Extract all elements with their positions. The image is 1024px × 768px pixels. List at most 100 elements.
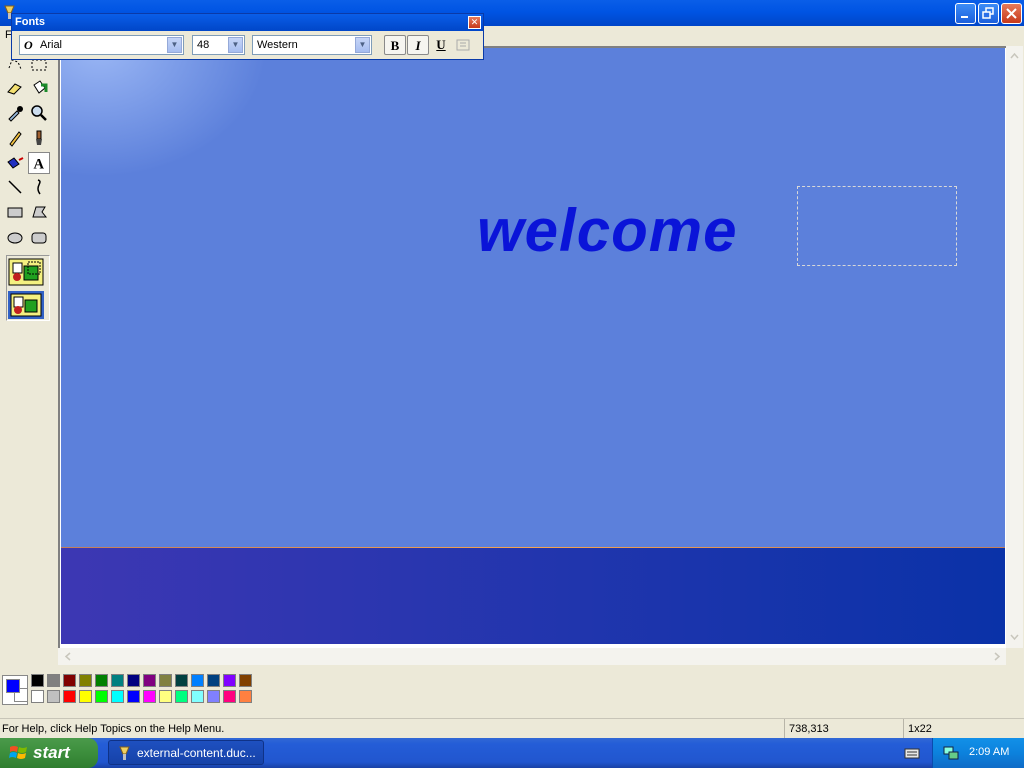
chevron-down-icon[interactable]: ▼ <box>167 37 182 53</box>
font-size-select[interactable]: 48 ▼ <box>192 35 245 55</box>
clock[interactable]: 2:09 AM <box>969 746 1009 758</box>
status-bar: For Help, click Help Topics on the Help … <box>0 718 1024 739</box>
line-icon[interactable] <box>4 176 26 198</box>
italic-button[interactable]: I <box>407 35 429 55</box>
brush-icon[interactable] <box>28 127 50 149</box>
color-swatch[interactable] <box>175 690 188 703</box>
color-swatch[interactable] <box>111 690 124 703</box>
color-swatch[interactable] <box>159 674 172 687</box>
font-script-value: Western <box>257 39 298 51</box>
taskbar-item-label: external-content.duc... <box>137 746 256 760</box>
color-swatch[interactable] <box>95 690 108 703</box>
font-name-select[interactable]: O Arial ▼ <box>19 35 184 55</box>
vertical-scrollbar[interactable] <box>1006 46 1023 648</box>
scroll-right-icon[interactable] <box>990 650 1003 663</box>
color-swatch[interactable] <box>63 674 76 687</box>
pencil-icon[interactable] <box>4 127 26 149</box>
fill-bucket-icon[interactable] <box>28 77 50 99</box>
foreground-color <box>6 679 20 693</box>
color-swatch[interactable] <box>191 690 204 703</box>
eraser-icon[interactable] <box>4 77 26 99</box>
color-swatch[interactable] <box>175 674 188 687</box>
taskbar-item-paint[interactable]: external-content.duc... <box>108 740 264 765</box>
color-swatch[interactable] <box>95 674 108 687</box>
canvas-text: welcome <box>477 197 738 264</box>
current-colors <box>2 675 28 705</box>
windows-flag-icon <box>9 746 27 759</box>
bold-button[interactable]: B <box>384 35 406 55</box>
color-swatch[interactable] <box>191 674 204 687</box>
rounded-rect-icon[interactable] <box>28 227 50 249</box>
chevron-down-icon[interactable]: ▼ <box>228 37 243 53</box>
color-swatch[interactable] <box>31 690 44 703</box>
color-swatch[interactable] <box>79 674 92 687</box>
toolbox: A <box>0 46 58 662</box>
text-input-box[interactable] <box>797 186 957 266</box>
rectangle-icon[interactable] <box>4 201 26 223</box>
minimize-button[interactable] <box>955 3 976 24</box>
color-swatch[interactable] <box>239 690 252 703</box>
color-swatch[interactable] <box>239 674 252 687</box>
color-swatch[interactable] <box>47 690 60 703</box>
close-button[interactable] <box>1001 3 1022 24</box>
color-swatch[interactable] <box>31 674 44 687</box>
color-swatch[interactable] <box>127 690 140 703</box>
color-swatch[interactable] <box>159 690 172 703</box>
transparent-background-icon[interactable] <box>8 291 44 319</box>
color-swatch[interactable] <box>79 690 92 703</box>
system-tray: 2:09 AM <box>932 738 1024 768</box>
color-swatch[interactable] <box>223 690 236 703</box>
opentype-icon: O <box>24 38 33 52</box>
magnifier-icon[interactable] <box>28 102 50 124</box>
fonts-title: Fonts <box>15 16 45 28</box>
text-icon[interactable]: A <box>28 152 50 174</box>
color-palette <box>0 665 1024 713</box>
close-icon: ✕ <box>470 17 479 27</box>
curve-icon[interactable] <box>28 176 50 198</box>
restore-icon <box>982 7 994 19</box>
status-coordinates: 738,313 <box>784 719 902 739</box>
color-swatch[interactable] <box>207 674 220 687</box>
scroll-left-icon[interactable] <box>61 650 74 663</box>
color-swatch[interactable] <box>47 674 60 687</box>
color-swatch[interactable] <box>63 690 76 703</box>
font-name-value: Arial <box>40 39 63 51</box>
color-swatch[interactable] <box>207 690 220 703</box>
start-button[interactable]: start <box>0 738 98 768</box>
close-icon <box>1006 8 1017 19</box>
eyedropper-icon[interactable] <box>4 102 26 124</box>
vertical-text-icon[interactable] <box>455 38 471 52</box>
taskbar: start external-content.duc... 2:09 AM <box>0 738 1024 768</box>
keyboard-icon[interactable] <box>904 746 920 760</box>
color-swatch[interactable] <box>143 674 156 687</box>
font-script-select[interactable]: Western ▼ <box>252 35 372 55</box>
scroll-down-icon[interactable] <box>1008 630 1021 643</box>
canvas-glow <box>61 48 281 188</box>
color-swatch[interactable] <box>111 674 124 687</box>
airbrush-icon[interactable] <box>4 152 26 174</box>
fonts-title-bar[interactable]: Fonts ✕ <box>12 14 483 31</box>
fonts-toolbar: Fonts ✕ O Arial ▼ 48 ▼ Western ▼ B I U <box>11 13 484 60</box>
horizontal-scrollbar[interactable] <box>58 648 1006 665</box>
polygon-icon[interactable] <box>28 201 50 223</box>
chevron-down-icon[interactable]: ▼ <box>355 37 370 53</box>
color-swatch[interactable] <box>127 674 140 687</box>
start-label: start <box>33 743 70 762</box>
ellipse-icon[interactable] <box>4 227 26 249</box>
network-icon[interactable] <box>942 745 960 761</box>
canvas-bottom-band <box>61 548 1005 644</box>
color-swatch[interactable] <box>143 690 156 703</box>
paint-brush-icon <box>119 746 130 760</box>
font-size-value: 48 <box>197 39 210 51</box>
fonts-close-button[interactable]: ✕ <box>468 16 481 29</box>
underline-button[interactable]: U <box>430 35 452 55</box>
color-swatch[interactable] <box>223 674 236 687</box>
minimize-icon <box>961 16 968 18</box>
restore-button[interactable] <box>978 3 999 24</box>
scroll-up-icon[interactable] <box>1008 49 1021 62</box>
opaque-background-icon[interactable] <box>8 258 44 286</box>
svg-text:A: A <box>34 156 45 172</box>
drawing-canvas[interactable]: welcome <box>61 48 1005 644</box>
status-selection-size: 1x22 <box>903 719 1024 739</box>
status-help-text: For Help, click Help Topics on the Help … <box>2 723 225 735</box>
